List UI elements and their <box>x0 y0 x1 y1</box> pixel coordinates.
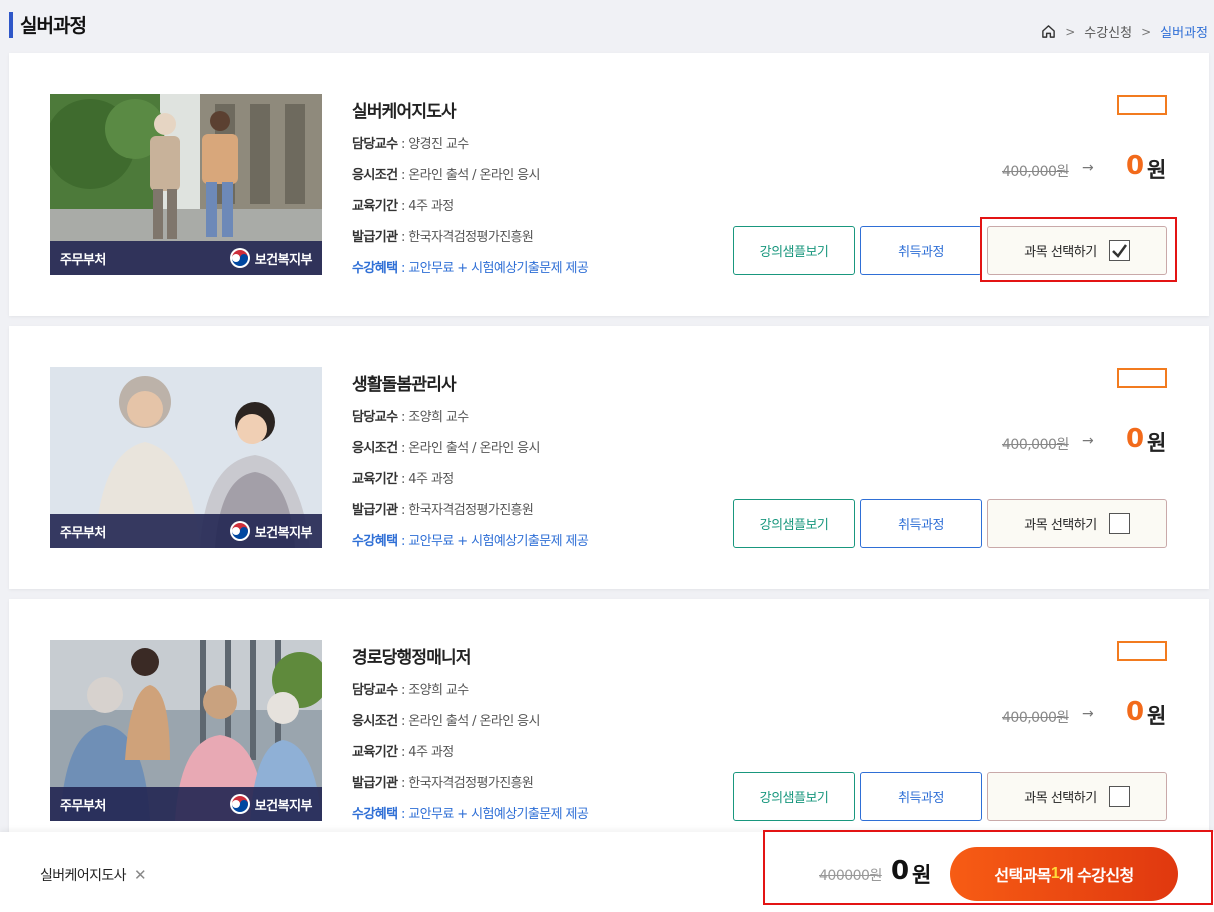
course-title: 생활돌봄관리사 <box>352 375 457 395</box>
total-currency: 원 <box>912 863 932 887</box>
remove-icon[interactable]: ✕ <box>134 866 147 884</box>
page-title: 실버과정 <box>20 15 87 37</box>
info-issuer: 발급기관 : 한국자격검정평가진흥원 <box>352 230 534 245</box>
course-thumbnail: 주무부처 보건복지부 <box>50 640 322 821</box>
ministry-label: 주무부처 <box>60 525 106 541</box>
currency-label: 원 <box>1147 158 1167 182</box>
chevron-right-icon: > <box>1065 24 1076 39</box>
info-benefit: 수강혜택 : 교안무료 + 시험예상기출문제 제공 <box>352 807 589 822</box>
info-issuer: 발급기관 : 한국자격검정평가진흥원 <box>352 503 534 518</box>
sale-price: 0 <box>1126 697 1145 727</box>
original-price: 400,000원 <box>1002 164 1069 180</box>
info-issuer: 발급기관 : 한국자격검정평가진흥원 <box>352 776 534 791</box>
ministry-name: 보건복지부 <box>229 521 313 541</box>
acquisition-course-button[interactable]: 취득과정 <box>860 499 982 548</box>
acquisition-course-button[interactable]: 취득과정 <box>860 772 982 821</box>
korea-emblem-icon <box>229 794 250 814</box>
ministry-band: 주무부처 보건복지부 <box>50 514 322 548</box>
sample-lecture-button[interactable]: 강의샘플보기 <box>733 772 855 821</box>
course-thumbnail: 주무부처 보건복지부 <box>50 94 322 275</box>
ministry-label: 주무부처 <box>60 798 106 814</box>
course-card-2: 주무부처 보건복지부 생활돌봄관리사 담당교수 : 조양희 교수 응시조건 : … <box>9 326 1209 589</box>
ministry-band: 주무부처 보건복지부 <box>50 787 322 821</box>
course-badge <box>1117 95 1167 115</box>
selected-course-chip: 실버케어지도사 ✕ <box>40 865 147 885</box>
course-thumbnail: 주무부처 보건복지부 <box>50 367 322 548</box>
sample-lecture-button[interactable]: 강의샘플보기 <box>733 499 855 548</box>
info-professor: 담당교수 : 양경진 교수 <box>352 137 469 152</box>
checkbox-unchecked[interactable] <box>1108 786 1130 807</box>
selected-course-name: 실버케어지도사 <box>40 868 127 884</box>
course-badge <box>1117 641 1167 661</box>
course-card-1: 주무부처 보건복지부 실버케어지도사 담당교수 : 양경진 교수 응시조건 : … <box>9 53 1209 316</box>
select-course-button[interactable]: 과목 선택하기 <box>987 772 1167 821</box>
info-period: 교육기간 : 4주 과정 <box>352 199 454 214</box>
info-benefit: 수강혜택 : 교안무료 + 시험예상기출문제 제공 <box>352 261 589 276</box>
ministry-label: 주무부처 <box>60 252 106 268</box>
page-header: 실버과정 > 수강신청 > 실버과정 <box>0 0 1214 52</box>
cart-bar: 실버케어지도사 ✕ 400000원 0 원 선택과목 1개 수강신청 <box>0 830 1214 912</box>
course-title: 경로당행정매니저 <box>352 648 472 668</box>
arrow-right-icon: → <box>1082 160 1094 176</box>
course-title: 실버케어지도사 <box>352 102 457 122</box>
korea-emblem-icon <box>229 248 250 268</box>
title-accent-bar <box>9 12 13 38</box>
checkbox-unchecked[interactable] <box>1108 513 1130 534</box>
sale-price: 0 <box>1126 424 1145 454</box>
acquisition-course-button[interactable]: 취득과정 <box>860 226 982 275</box>
info-exam: 응시조건 : 온라인 출석 / 온라인 응시 <box>352 441 540 456</box>
original-price: 400,000원 <box>1002 437 1069 453</box>
checkbox-checked[interactable] <box>1108 240 1130 261</box>
info-exam: 응시조건 : 온라인 출석 / 온라인 응시 <box>352 714 540 729</box>
chevron-right-icon: > <box>1141 24 1152 39</box>
ministry-name: 보건복지부 <box>229 794 313 814</box>
check-icon <box>1111 244 1127 258</box>
info-professor: 담당교수 : 조양희 교수 <box>352 683 469 698</box>
home-icon[interactable] <box>1041 24 1056 39</box>
apply-enroll-button[interactable]: 선택과목 1개 수강신청 <box>950 847 1178 901</box>
course-badge <box>1117 368 1167 388</box>
info-professor: 담당교수 : 조양희 교수 <box>352 410 469 425</box>
select-course-button[interactable]: 과목 선택하기 <box>987 226 1167 275</box>
arrow-right-icon: → <box>1082 433 1094 449</box>
info-exam: 응시조건 : 온라인 출석 / 온라인 응시 <box>352 168 540 183</box>
breadcrumb-item-apply[interactable]: 수강신청 <box>1084 22 1132 41</box>
currency-label: 원 <box>1147 431 1167 455</box>
breadcrumb: > 수강신청 > 실버과정 <box>1041 22 1208 41</box>
original-price: 400,000원 <box>1002 710 1069 726</box>
ministry-name: 보건복지부 <box>229 248 313 268</box>
info-period: 교육기간 : 4주 과정 <box>352 472 454 487</box>
select-course-button[interactable]: 과목 선택하기 <box>987 499 1167 548</box>
korea-emblem-icon <box>229 521 250 541</box>
ministry-band: 주무부처 보건복지부 <box>50 241 322 275</box>
sample-lecture-button[interactable]: 강의샘플보기 <box>733 226 855 275</box>
total-original-price: 400000원 <box>819 868 882 884</box>
info-benefit: 수강혜택 : 교안무료 + 시험예상기출문제 제공 <box>352 534 589 549</box>
currency-label: 원 <box>1147 704 1167 728</box>
total-price: 0 <box>891 856 910 886</box>
breadcrumb-item-current[interactable]: 실버과정 <box>1160 22 1208 41</box>
sale-price: 0 <box>1126 151 1145 181</box>
selected-count: 1 <box>1050 865 1060 882</box>
course-card-3: 주무부처 보건복지부 경로당행정매니저 담당교수 : 조양희 교수 응시조건 :… <box>9 599 1209 862</box>
arrow-right-icon: → <box>1082 706 1094 722</box>
info-period: 교육기간 : 4주 과정 <box>352 745 454 760</box>
